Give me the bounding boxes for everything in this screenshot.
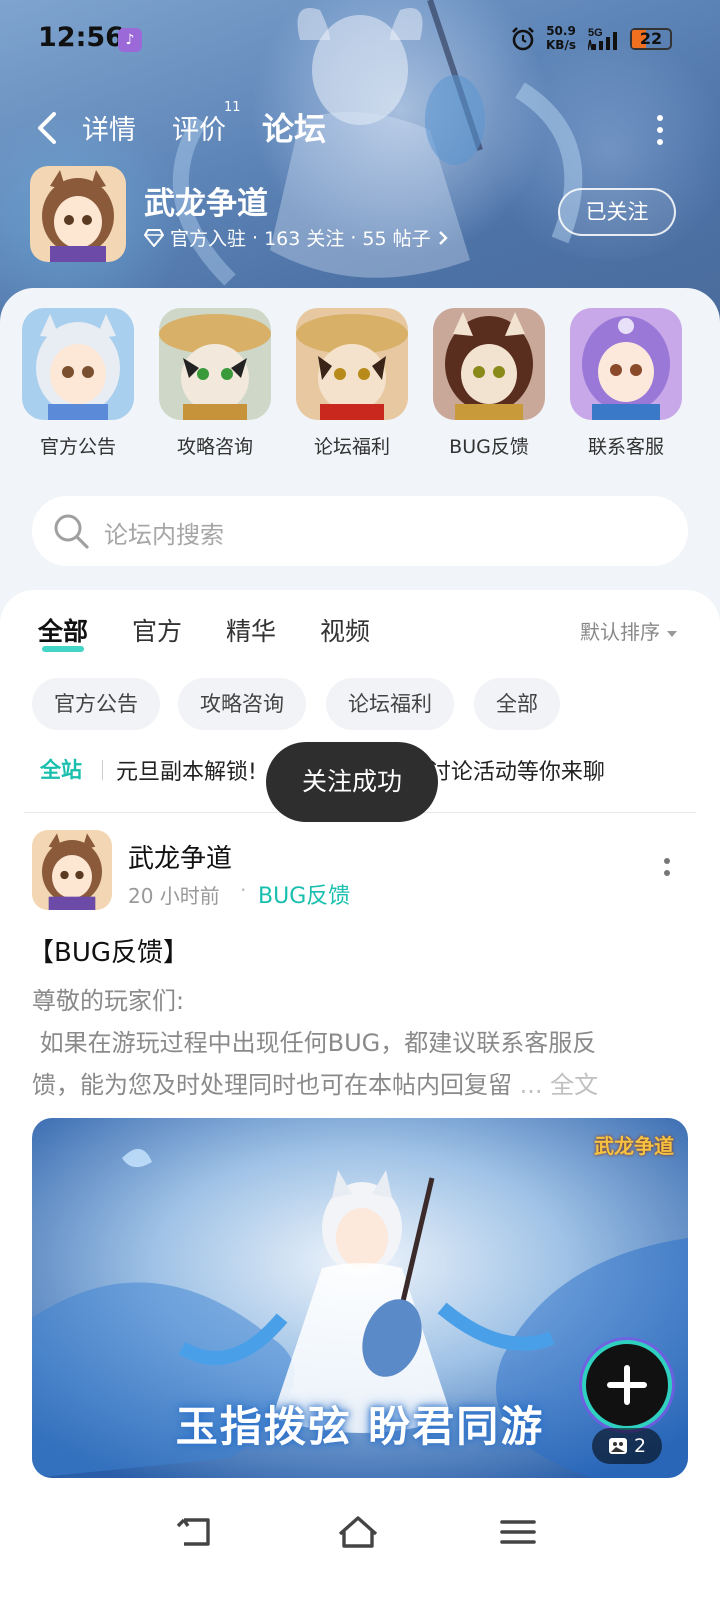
strategy-icon [159,308,271,420]
shortcut-grid: 官方公告 攻略咨询 论坛福利 BUG反馈 联系客服 [0,308,720,468]
game-title: 武龙争道 [144,186,268,222]
alarm-icon [512,27,534,51]
post-time: 20 小时前 [128,884,220,908]
net-speed: 50.9 KB/s [546,24,576,52]
tab-forum[interactable]: 论坛 [262,104,327,154]
game-logo-watermark: 武龙争道 [594,1134,674,1158]
image-count-badge: 2 [592,1428,662,1464]
shortcut-strategy[interactable]: 攻略咨询 [159,308,271,459]
chevron-right-icon [438,230,448,245]
tab-video[interactable]: 视频 [320,612,370,648]
tab-official[interactable]: 官方 [132,612,182,648]
back-arrow-icon[interactable] [30,108,66,148]
toast-message: 关注成功 [266,742,438,822]
forum-search-bar[interactable]: 论坛内搜索 [32,496,688,566]
battery-icon: 22 [630,28,672,50]
shortcut-official-notice[interactable]: 官方公告 [22,308,134,459]
status-time: 12:56 [38,22,124,53]
game-meta[interactable]: 官方入驻 · 163 关注 · 55 帖子 [144,224,449,251]
official-notice-icon [22,308,134,420]
top-nav: 详情 评价 11 论坛 [0,100,720,160]
game-avatar[interactable] [30,166,126,262]
shortcut-customer-service[interactable]: 联系客服 [570,308,682,459]
sort-dropdown[interactable]: 默认排序 [580,616,678,645]
post-count: 55 帖子 [362,228,431,250]
official-label: 官方入驻 [170,228,247,250]
post-more-icon[interactable] [662,858,672,888]
search-placeholder: 论坛内搜索 [104,521,224,549]
more-options-icon[interactable] [654,112,666,146]
tab-details[interactable]: 详情 [82,108,136,147]
shortcut-forum-benefits[interactable]: 论坛福利 [296,308,408,459]
notice-tag: 全站 [40,758,82,782]
forum-benefits-icon [296,308,408,420]
post-body: 尊敬的玩家们: 如果在游玩过程中出现任何BUG，都建议联系客服反 馈，能为您及时… [32,987,599,1099]
post-category[interactable]: BUG反馈 [258,878,350,910]
post-image[interactable]: 武龙争道 玉指拨弦 盼君同游 [32,1118,688,1478]
image-icon [608,1438,627,1454]
back-nav-icon[interactable] [172,1512,220,1552]
menu-nav-icon[interactable] [494,1512,542,1552]
diamond-icon [144,228,164,247]
search-icon [54,514,89,549]
battery-level: 22 [639,29,663,48]
bug-report-icon [433,308,545,420]
notification-app-icon: ♪ [118,28,142,52]
follow-count: 163 关注 [264,228,345,250]
reviews-count-badge: 11 [224,100,241,115]
chip-all[interactable]: 全部 [474,678,560,730]
chip-official-notice[interactable]: 官方公告 [32,678,160,730]
chip-forum-benefits[interactable]: 论坛福利 [326,678,454,730]
post-author-avatar[interactable] [32,830,112,910]
customer-service-icon [570,308,682,420]
tab-reviews[interactable]: 评价 [172,108,226,147]
status-bar: 12:56 ♪ 50.9 KB/s 5G 22 [0,0,720,80]
read-more-link[interactable]: ... 全文 [512,1071,599,1099]
plus-icon [607,1365,647,1405]
system-nav-bar [0,1492,720,1600]
shortcut-bug-report[interactable]: BUG反馈 [433,308,545,459]
tab-all[interactable]: 全部 [38,612,88,652]
home-nav-icon[interactable] [334,1512,382,1552]
post-author-name[interactable]: 武龙争道 [128,838,232,875]
chip-strategy[interactable]: 攻略咨询 [178,678,306,730]
game-header: 武龙争道 官方入驻 · 163 关注 · 55 帖子 已关注 [30,166,690,266]
post-title: 【BUG反馈】 [28,938,190,968]
followed-button[interactable]: 已关注 [558,188,676,236]
svg-text:5G: 5G [588,27,603,39]
create-post-button[interactable] [582,1340,672,1430]
caret-down-icon [667,631,678,637]
signal-icon: 5G [588,27,617,51]
tab-featured[interactable]: 精华 [226,612,276,648]
